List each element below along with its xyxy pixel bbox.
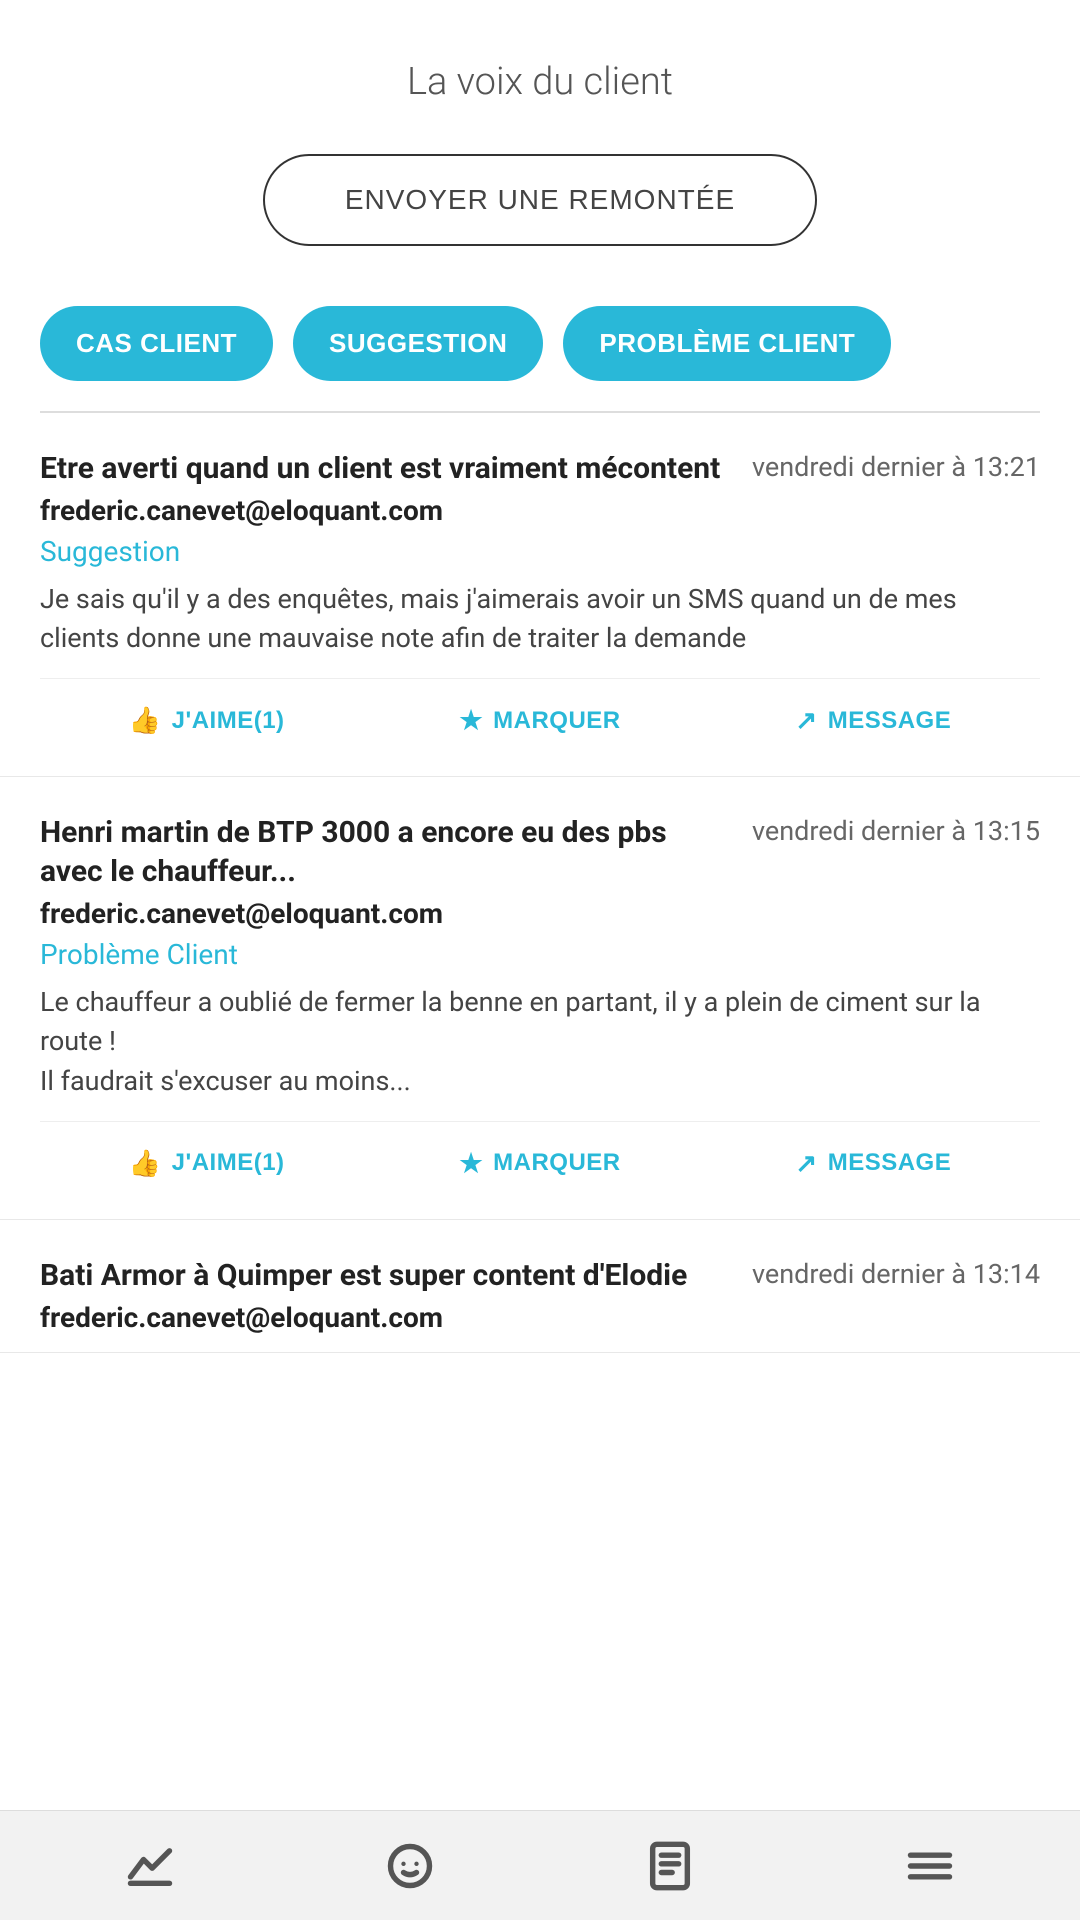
chart-icon bbox=[124, 1840, 176, 1892]
feed-item-author: frederic.canevet@eloquant.com bbox=[40, 897, 732, 930]
star-icon: ★ bbox=[459, 705, 483, 736]
feed-item-left: Bati Armor à Quimper est super content d… bbox=[40, 1256, 732, 1342]
feed-item-title: Bati Armor à Quimper est super content d… bbox=[40, 1256, 732, 1295]
nav-docs-button[interactable] bbox=[634, 1830, 706, 1902]
bottom-spacer bbox=[0, 1353, 1080, 1473]
feed-item-date: vendredi dernier à 13:15 bbox=[752, 813, 1040, 849]
page-title: La voix du client bbox=[0, 0, 1080, 144]
like-label: J'AIME(1) bbox=[172, 707, 285, 735]
feed-item-title: Etre averti quand un client est vraiment… bbox=[40, 449, 732, 488]
thumb-up-icon: 👍 bbox=[129, 705, 162, 736]
chat-icon bbox=[384, 1840, 436, 1892]
feed-item-body: Le chauffeur a oublié de fermer la benne… bbox=[40, 983, 1040, 1100]
filter-probleme-client[interactable]: PROBLÈME CLIENT bbox=[563, 306, 891, 381]
thumb-up-icon: 👍 bbox=[129, 1148, 162, 1179]
mark-button[interactable]: ★ MARQUER bbox=[373, 1138, 706, 1189]
nav-stats-button[interactable] bbox=[114, 1830, 186, 1902]
menu-icon bbox=[904, 1840, 956, 1892]
send-remontee-button[interactable]: ENVOYER UNE REMONTÉE bbox=[263, 154, 817, 246]
message-button[interactable]: ↗ MESSAGE bbox=[707, 1138, 1040, 1189]
mark-label: MARQUER bbox=[493, 707, 621, 735]
message-icon: ↗ bbox=[795, 705, 817, 736]
feed-item-date: vendredi dernier à 13:21 bbox=[752, 449, 1040, 485]
feed-item-body: Je sais qu'il y a des enquêtes, mais j'a… bbox=[40, 580, 1040, 658]
feed-item: Henri martin de BTP 3000 a encore eu des… bbox=[0, 777, 1080, 1219]
mark-label: MARQUER bbox=[493, 1149, 621, 1177]
feed-item-author: frederic.canevet@eloquant.com bbox=[40, 494, 732, 527]
feed-item-actions: 👍 J'AIME(1) ★ MARQUER ↗ MESSAGE bbox=[40, 678, 1040, 766]
message-label: MESSAGE bbox=[828, 1149, 952, 1177]
feed-list: Etre averti quand un client est vraiment… bbox=[0, 413, 1080, 1353]
doc-icon bbox=[644, 1840, 696, 1892]
feed-item-tag: Suggestion bbox=[40, 535, 732, 568]
feed-item-header: Bati Armor à Quimper est super content d… bbox=[40, 1256, 1040, 1342]
filter-suggestion[interactable]: SUGGESTION bbox=[293, 306, 543, 381]
feed-item: Etre averti quand un client est vraiment… bbox=[0, 413, 1080, 777]
filter-cas-client[interactable]: CAS CLIENT bbox=[40, 306, 273, 381]
feed-item-date: vendredi dernier à 13:14 bbox=[752, 1256, 1040, 1292]
nav-menu-button[interactable] bbox=[894, 1830, 966, 1902]
feed-item-title: Henri martin de BTP 3000 a encore eu des… bbox=[40, 813, 732, 891]
feed-item-left: Etre averti quand un client est vraiment… bbox=[40, 449, 732, 580]
message-icon: ↗ bbox=[795, 1148, 817, 1179]
send-button-container: ENVOYER UNE REMONTÉE bbox=[0, 144, 1080, 286]
feed-item-author: frederic.canevet@eloquant.com bbox=[40, 1301, 732, 1334]
feed-item-tag: Problème Client bbox=[40, 938, 732, 971]
like-label: J'AIME(1) bbox=[172, 1149, 285, 1177]
message-button[interactable]: ↗ MESSAGE bbox=[707, 695, 1040, 746]
nav-feedback-button[interactable] bbox=[374, 1830, 446, 1902]
star-icon: ★ bbox=[459, 1148, 483, 1179]
filter-tabs: CAS CLIENT SUGGESTION PROBLÈME CLIENT bbox=[0, 286, 1080, 411]
feed-item: Bati Armor à Quimper est super content d… bbox=[0, 1220, 1080, 1353]
like-button[interactable]: 👍 J'AIME(1) bbox=[40, 695, 373, 746]
mark-button[interactable]: ★ MARQUER bbox=[373, 695, 706, 746]
like-button[interactable]: 👍 J'AIME(1) bbox=[40, 1138, 373, 1189]
feed-item-left: Henri martin de BTP 3000 a encore eu des… bbox=[40, 813, 732, 983]
feed-item-actions: 👍 J'AIME(1) ★ MARQUER ↗ MESSAGE bbox=[40, 1121, 1040, 1209]
message-label: MESSAGE bbox=[828, 707, 952, 735]
bottom-navigation bbox=[0, 1810, 1080, 1920]
feed-item-header: Henri martin de BTP 3000 a encore eu des… bbox=[40, 813, 1040, 983]
feed-item-header: Etre averti quand un client est vraiment… bbox=[40, 449, 1040, 580]
